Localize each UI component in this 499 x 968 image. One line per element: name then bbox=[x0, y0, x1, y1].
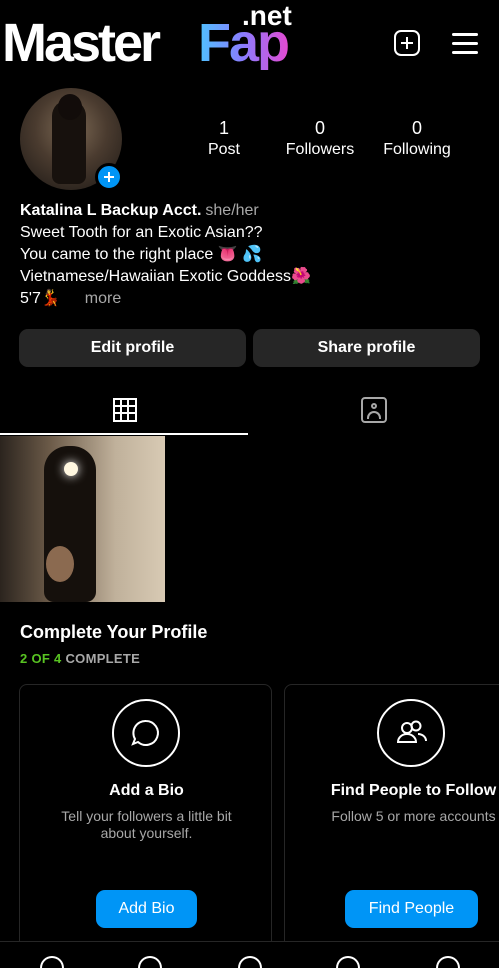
logo-word-master: Master bbox=[2, 13, 161, 73]
followers-count: 0 bbox=[314, 118, 325, 138]
active-tab-indicator bbox=[0, 433, 248, 435]
followers-label: Followers bbox=[285, 141, 355, 158]
progress-count: 2 OF 4 bbox=[20, 651, 62, 666]
bio-line-3: Vietnamese/Hawaiian Exotic Goddess🌺 bbox=[20, 268, 311, 285]
share-profile-button[interactable]: Share profile bbox=[253, 329, 480, 367]
grid-icon[interactable] bbox=[113, 398, 137, 422]
posts-count: 1 bbox=[218, 118, 229, 138]
profile-icon[interactable] bbox=[436, 956, 460, 968]
card-desc: Follow 5 or more accounts bbox=[331, 808, 496, 824]
following-label: Following bbox=[383, 141, 451, 158]
complete-profile-progress: 2 OF 4 COMPLETE bbox=[20, 651, 140, 666]
add-bio-button[interactable]: Add Bio bbox=[96, 890, 197, 928]
home-icon[interactable] bbox=[40, 956, 64, 968]
following-count: 0 bbox=[411, 118, 422, 138]
complete-profile-title: Complete Your Profile bbox=[20, 622, 208, 642]
followers-stat[interactable]: 0 Followers bbox=[270, 117, 370, 161]
site-logo[interactable]: Master Fap .net bbox=[2, 2, 312, 76]
bio-line-4: 5'7💃 bbox=[20, 290, 61, 307]
bio-line-1: Sweet Tooth for an Exotic Asian?? bbox=[20, 224, 263, 241]
posts-stat: 1 Post bbox=[174, 117, 274, 161]
bio-line-2: You came to the right place 👅 💦 bbox=[20, 246, 263, 263]
people-icon bbox=[377, 699, 445, 767]
card-title: Find People to Follow bbox=[330, 782, 497, 799]
logo-tld: .net bbox=[242, 0, 292, 31]
top-header: Master Fap .net bbox=[0, 0, 499, 80]
speech-bubble-icon bbox=[112, 699, 180, 767]
reels-icon[interactable] bbox=[336, 956, 360, 968]
profile-bio: Katalina L Backup Acct. she/her Sweet Too… bbox=[20, 200, 490, 310]
edit-profile-button[interactable]: Edit profile bbox=[19, 329, 246, 367]
posts-label: Post bbox=[207, 141, 240, 158]
add-post-icon[interactable] bbox=[238, 956, 262, 968]
tagged-icon[interactable] bbox=[361, 397, 387, 423]
post-thumbnail[interactable] bbox=[0, 436, 165, 602]
profile-pronouns: she/her bbox=[205, 202, 259, 219]
add-bio-card: Add a Bio Tell your followers a little b… bbox=[19, 684, 272, 954]
card-desc: Tell your followers a little bit about yo… bbox=[61, 808, 232, 841]
bottom-nav-bar bbox=[0, 941, 499, 968]
profile-name: Katalina L Backup Acct. bbox=[20, 202, 202, 219]
find-people-card: Find People to Follow Follow 5 or more a… bbox=[284, 684, 499, 954]
add-story-plus-icon[interactable] bbox=[95, 163, 123, 191]
following-stat[interactable]: 0 Following bbox=[367, 117, 467, 161]
find-people-button[interactable]: Find People bbox=[345, 890, 478, 928]
hamburger-menu-icon[interactable] bbox=[452, 30, 478, 56]
progress-label: COMPLETE bbox=[65, 651, 141, 666]
search-icon[interactable] bbox=[138, 956, 162, 968]
bio-more-link[interactable]: more bbox=[85, 290, 121, 307]
card-title: Add a Bio bbox=[109, 782, 184, 799]
plus-square-icon[interactable] bbox=[394, 30, 420, 56]
